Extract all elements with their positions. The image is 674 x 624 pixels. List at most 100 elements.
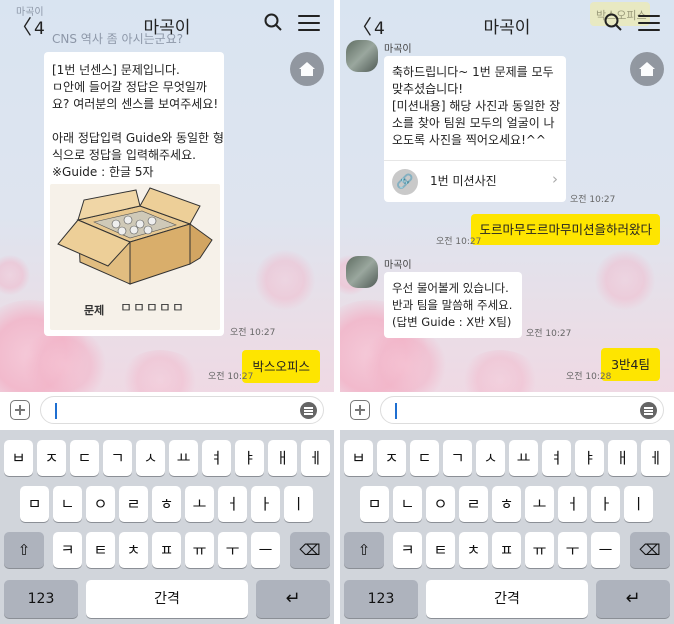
chat-title: 마곡이 [143,18,191,38]
key[interactable]: ㅈ [377,440,406,476]
key[interactable]: ㅓ [218,486,247,522]
chevron-right-icon: › [552,170,558,188]
key[interactable]: ㅐ [268,440,297,476]
key[interactable]: ㅊ [459,532,488,568]
backspace-key[interactable]: ⌫ [630,532,670,568]
return-key[interactable]: ↵ [256,580,330,618]
key[interactable]: ㅜ [218,532,247,568]
key[interactable]: ㅂ [344,440,373,476]
message-input[interactable] [380,396,664,424]
numbers-key[interactable]: 123 [4,580,78,618]
space-key[interactable]: 간격 [426,580,588,618]
key[interactable]: ㅍ [492,532,521,568]
keyboard: ㅂ ㅈ ㄷ ㄱ ㅅ ㅛ ㅕ ㅑ ㅐ ㅔ ㅁ ㄴ ㅇ ㄹ ㅎ ㅗ ㅓ ㅏ ㅣ ⇧ … [340,430,674,624]
key[interactable]: ㅊ [119,532,148,568]
reply-time: 오전 10:28 [566,372,612,382]
key[interactable]: ㄹ [119,486,148,522]
message-line: 식으로 정답을 입력해주세요. [52,148,196,162]
search-icon[interactable] [264,13,282,31]
menu-icon[interactable] [638,15,660,31]
key[interactable]: ㅗ [525,486,554,522]
plus-icon[interactable] [350,400,370,420]
sender-name: 마곡이 [384,260,412,271]
quiz-image[interactable]: 문제 ㅁㅁㅁㅁㅁ [50,184,220,330]
key[interactable]: ㅔ [301,440,330,476]
key[interactable]: ㅡ [591,532,620,568]
key[interactable]: ㅡ [251,532,280,568]
mission-message: 축하드립니다~ 1번 문제를 모두 맞추셨습니다! [미션내용] 해당 사진과 … [384,56,566,202]
menu-icon[interactable] [298,15,320,31]
home-icon [639,62,655,76]
key[interactable]: ㅏ [591,486,620,522]
key[interactable]: ㅣ [624,486,653,522]
search-icon[interactable] [604,13,622,31]
home-button[interactable] [290,52,324,86]
key[interactable]: ㅌ [86,532,115,568]
key[interactable]: ㅕ [542,440,571,476]
key[interactable]: ㅜ [558,532,587,568]
key[interactable]: ㅛ [169,440,198,476]
question-message: [1번 넌센스] 문제입니다. ㅁ안에 들어갈 정답은 무엇일까 요? 여러분의… [44,52,224,336]
key[interactable]: ㄴ [393,486,422,522]
key[interactable]: ㅋ [53,532,82,568]
key[interactable]: ㅇ [86,486,115,522]
message-time: 오전 10:27 [230,328,276,338]
input-bar [340,392,674,430]
key[interactable]: ㅑ [235,440,264,476]
reply-time: 오전 10:27 [208,372,254,382]
key[interactable]: ㅗ [185,486,214,522]
shift-key[interactable]: ⇧ [4,532,44,568]
key[interactable]: ㄷ [70,440,99,476]
message-line: 맞추셨습니다! [392,82,464,96]
key[interactable]: ㅌ [426,532,455,568]
key[interactable]: ㄱ [443,440,472,476]
key[interactable]: ㄷ [410,440,439,476]
numbers-key[interactable]: 123 [344,580,418,618]
return-key[interactable]: ↵ [596,580,670,618]
plus-icon[interactable] [10,400,30,420]
key[interactable]: ㅍ [152,532,181,568]
key[interactable]: ㅛ [509,440,538,476]
space-key[interactable]: 간격 [86,580,248,618]
key[interactable]: ㅅ [136,440,165,476]
key[interactable]: ㅑ [575,440,604,476]
mission-photo-link[interactable]: 🔗 1번 미션사진 › [384,161,566,202]
key[interactable]: ㅁ [20,486,49,522]
home-button[interactable] [630,52,664,86]
key[interactable]: ㅎ [492,486,521,522]
image-caption: 문제 [84,304,105,317]
key[interactable]: ㄹ [459,486,488,522]
chat-screen-2: 박스오피스 〈 4 마곡이 마곡이 축하드립니다~ 1번 문제를 모두 맞추셨습니… [340,0,674,624]
message-line: ※Guide : 한글 5자 [52,165,154,179]
key[interactable]: ㅔ [641,440,670,476]
key[interactable]: ㅎ [152,486,181,522]
key[interactable]: ㅕ [202,440,231,476]
key[interactable]: ㅋ [393,532,422,568]
key[interactable]: ㅅ [476,440,505,476]
message-line: 요? 여러분의 센스를 보여주세요! [52,97,219,111]
key[interactable]: ㅇ [426,486,455,522]
avatar[interactable] [346,256,378,288]
key[interactable]: ㅁ [360,486,389,522]
emoticon-icon[interactable] [300,402,317,419]
key[interactable]: ㄱ [103,440,132,476]
key[interactable]: ㅐ [608,440,637,476]
key[interactable]: ㅈ [37,440,66,476]
key[interactable]: ㅠ [525,532,554,568]
message-time: 오전 10:27 [526,329,572,339]
message-input[interactable] [40,396,324,424]
key[interactable]: ㄴ [53,486,82,522]
key[interactable]: ㅣ [284,486,313,522]
text-caret [55,403,57,419]
key[interactable]: ㅏ [251,486,280,522]
emoticon-icon[interactable] [640,402,657,419]
sender-name: 마곡이 [384,44,412,55]
backspace-key[interactable]: ⌫ [290,532,330,568]
avatar[interactable] [346,40,378,72]
key[interactable]: ㅠ [185,532,214,568]
key[interactable]: ㅂ [4,440,33,476]
shift-key[interactable]: ⇧ [344,532,384,568]
key[interactable]: ㅓ [558,486,587,522]
chat-area[interactable]: 박스오피스 〈 4 마곡이 마곡이 축하드립니다~ 1번 문제를 모두 맞추셨습니… [340,0,674,392]
chat-area[interactable]: 마곡이 CNS 역사 좀 아시는군요? 〈 4 마곡이 [1번 넌센스] 문제입니… [0,0,334,392]
